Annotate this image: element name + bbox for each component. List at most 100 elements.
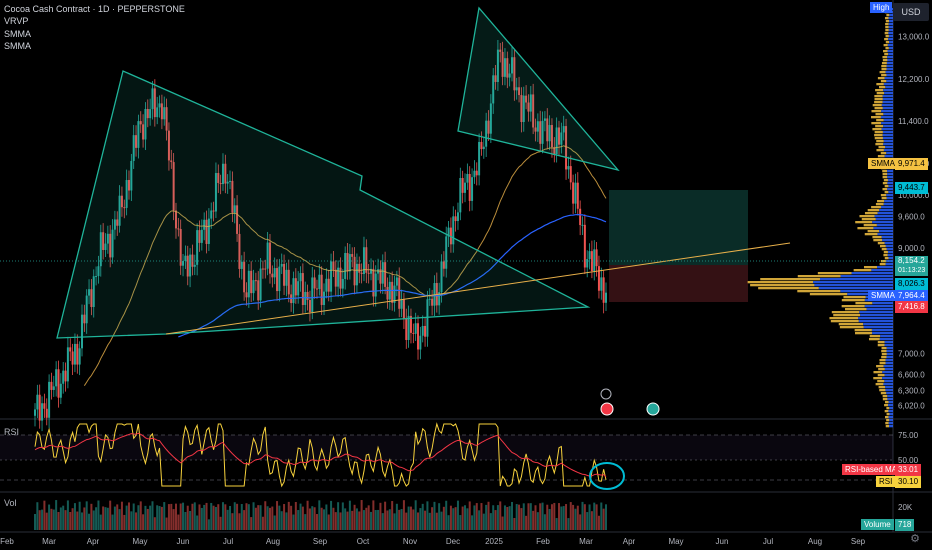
volume-bar: [560, 506, 563, 530]
volume-profile-bar-up: [873, 377, 883, 380]
price-tick-label: 7,000.0: [898, 350, 925, 359]
volume-bar: [149, 505, 152, 530]
volume-profile-bar-down: [887, 251, 893, 254]
volume-bar: [435, 512, 438, 530]
rsi-pane-label[interactable]: RSI: [4, 427, 19, 437]
volume-profile-bar-down: [877, 212, 893, 215]
volume-profile-bar-up: [879, 263, 886, 266]
volume-profile-bar-down: [813, 281, 893, 284]
volume-bar: [405, 512, 408, 530]
volume-bar: [153, 517, 156, 530]
volume-profile-bar-up: [854, 329, 872, 332]
volume-bar: [285, 512, 288, 530]
volume-profile-bar-down: [814, 284, 893, 287]
volume-pane-label[interactable]: Vol: [4, 498, 17, 508]
volume-bar: [581, 501, 584, 530]
volume-profile-bar-up: [876, 149, 884, 152]
volume-profile-bar-down: [879, 209, 893, 212]
volume-bar: [532, 510, 535, 530]
volume-bar: [365, 507, 368, 530]
volume-bar: [433, 501, 436, 530]
volume-profile-bar-up: [880, 152, 887, 155]
candle-body: [454, 216, 457, 222]
volume-profile-bar-up: [877, 155, 885, 158]
currency-button[interactable]: USD: [893, 3, 929, 21]
volume-bar: [374, 510, 377, 530]
volume-profile-bar-up: [884, 401, 889, 404]
volume-bar: [393, 513, 396, 530]
volume-profile-bar-up: [877, 344, 885, 347]
volume-bar: [273, 515, 276, 530]
volume-bar: [130, 511, 133, 530]
volume-profile-bar-down: [879, 338, 893, 341]
rsi-band-fill: [0, 435, 893, 460]
volume-profile-bar-up: [875, 89, 884, 92]
candle-body: [36, 394, 39, 410]
volume-bar: [492, 505, 495, 530]
volume-profile-bar-down: [886, 80, 893, 83]
volume-bar: [400, 509, 403, 530]
price-tick-label: 9,000.0: [898, 244, 925, 253]
volume-bar: [308, 508, 311, 530]
volume-bar: [174, 503, 177, 530]
volume-profile-bar-up: [871, 116, 881, 119]
legend-indicator-smma-1[interactable]: SMMA: [4, 28, 185, 40]
candle-body: [480, 141, 483, 150]
volume-profile-bar-down: [888, 38, 893, 41]
volume-profile-bar-down: [886, 74, 893, 77]
time-axis-label: Oct: [357, 537, 370, 546]
volume-bar: [588, 504, 591, 530]
volume-bar: [569, 502, 572, 530]
volume-profile-bar-down: [883, 83, 893, 86]
volume-profile-bar-down: [888, 23, 893, 26]
legend-indicator-vrvp[interactable]: VRVP: [4, 15, 185, 27]
volume-bar: [278, 505, 281, 530]
volume-profile-bar-up: [878, 368, 885, 371]
volume-bar: [109, 500, 112, 530]
volume-profile-bar-up: [831, 311, 860, 314]
volume-profile-bar-down: [863, 326, 893, 329]
volume-bar: [503, 505, 506, 530]
volume-profile-bar-up: [882, 188, 888, 191]
candle-body: [52, 386, 55, 390]
volume-bar: [567, 518, 570, 530]
volume-bar: [287, 501, 290, 530]
volume-bar: [370, 511, 373, 530]
volume-profile-bar-down: [886, 65, 893, 68]
volume-bar: [102, 506, 105, 530]
volume-profile-bar-up: [881, 74, 887, 77]
volume-profile-bar-down: [888, 53, 893, 56]
volume-profile-bar-down: [818, 287, 893, 290]
volume-profile-bar-up: [881, 347, 887, 350]
volume-bar: [271, 506, 274, 530]
volume-profile-bar-up: [873, 239, 883, 242]
volume-bar: [506, 506, 509, 530]
volume-profile-bar-down: [889, 407, 893, 410]
volume-profile-bar-up: [879, 362, 886, 365]
volume-bar: [485, 504, 488, 530]
volume-profile-bar-up: [877, 242, 885, 245]
volume-bar: [576, 505, 579, 530]
candle-body: [574, 182, 577, 204]
volume-bar: [224, 504, 227, 530]
candlestick-chart[interactable]: 13,000.012,200.011,400.010,600.010,000.0…: [0, 0, 932, 550]
volume-bar: [464, 505, 467, 530]
volume-profile-bar-up: [882, 170, 888, 173]
volume-profile-bar-down: [889, 419, 893, 422]
candle-body: [588, 251, 591, 260]
legend-indicator-smma-2[interactable]: SMMA: [4, 40, 185, 52]
legend-title[interactable]: Cocoa Cash Contract · 1D · PEPPERSTONE: [4, 3, 185, 15]
volume-bar: [414, 500, 417, 530]
candle-body: [419, 335, 422, 350]
volume-profile-bar-up: [864, 233, 878, 236]
volume-bar: [200, 507, 203, 530]
settings-gear-icon[interactable]: ⚙: [906, 532, 924, 548]
volume-profile-bar-down: [885, 359, 893, 362]
candle-body: [424, 325, 427, 337]
volume-profile-bar-up: [869, 335, 881, 338]
volume-bar: [266, 506, 269, 530]
volume-value: 718: [895, 519, 915, 531]
volume-profile-bar-down: [884, 344, 893, 347]
volume-profile-bar-up: [884, 257, 889, 260]
candle-body: [600, 277, 603, 291]
